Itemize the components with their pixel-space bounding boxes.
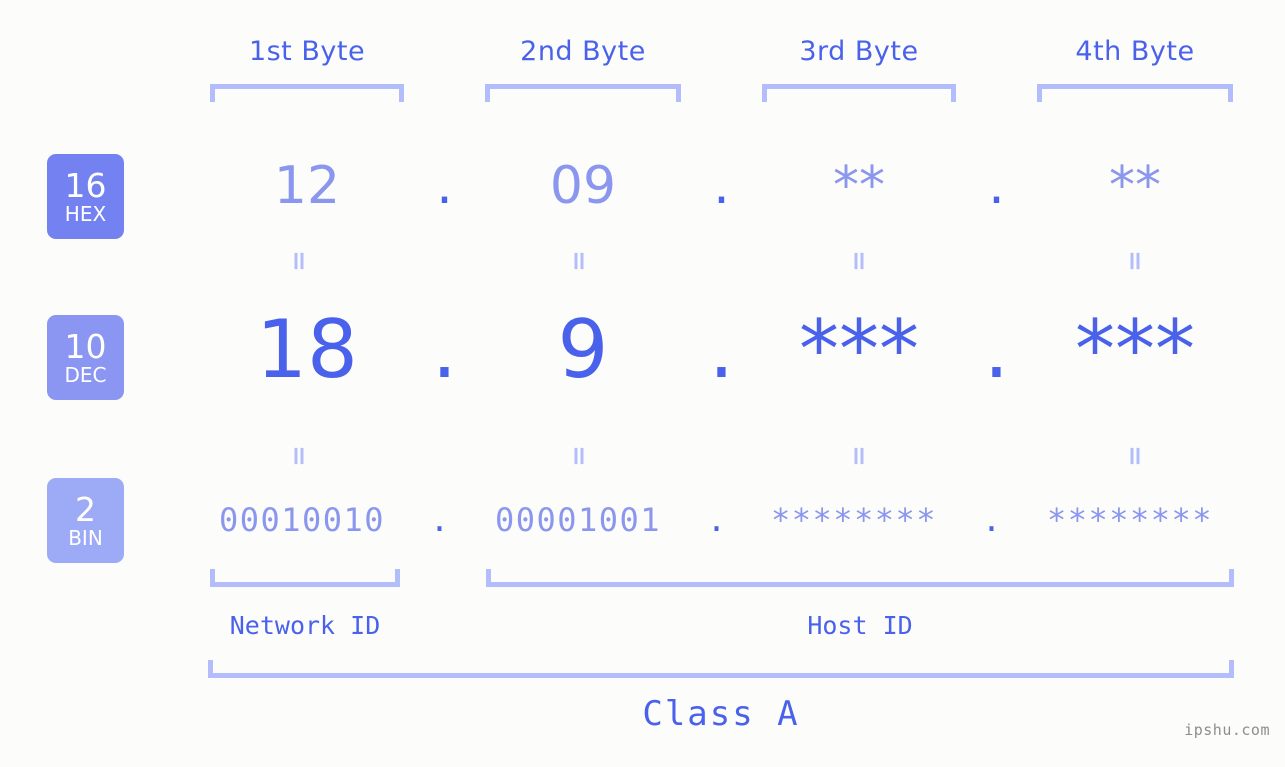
byte-header-label-4: 4th Byte: [1075, 36, 1195, 67]
equals-connector-dec-bin-3: =: [844, 445, 874, 467]
hex-byte-1: 12: [273, 156, 341, 216]
dec-byte-3: ***: [799, 303, 919, 396]
bin-separator-2: .: [706, 501, 727, 539]
ip-address-breakdown-diagram: 1st Byte 2nd Byte 3rd Byte 4th Byte 16 H…: [0, 0, 1285, 767]
site-watermark: ipshu.com: [1184, 721, 1270, 739]
dec-separator-3: .: [983, 303, 1010, 396]
base-badge-bin-abbr: BIN: [68, 525, 103, 550]
equals-connector-hex-dec-1: =: [284, 250, 314, 272]
byte-bracket-4: [1037, 84, 1233, 102]
base-badge-bin-number: 2: [75, 489, 96, 529]
bin-byte-1: 00010010: [218, 501, 386, 539]
byte-bracket-1: [210, 84, 404, 102]
byte-bracket-3: [762, 84, 956, 102]
hex-byte-2: 09: [549, 156, 617, 216]
base-badge-hex-abbr: HEX: [64, 201, 107, 226]
hex-byte-4: **: [1109, 156, 1161, 216]
hex-separator-3: .: [988, 156, 1005, 216]
equals-connector-dec-bin-1: =: [284, 445, 314, 467]
base-badge-dec-abbr: DEC: [64, 362, 107, 387]
equals-connector-dec-bin-4: =: [1120, 445, 1150, 467]
byte-header-label-2: 2nd Byte: [520, 36, 646, 67]
dec-separator-2: .: [708, 303, 735, 396]
byte-header-label-3: 3rd Byte: [799, 36, 919, 67]
base-badge-bin: 2 BIN: [47, 478, 124, 563]
network-id-bracket: [210, 569, 400, 587]
equals-connector-hex-dec-4: =: [1120, 250, 1150, 272]
dec-byte-2: 9: [557, 303, 609, 396]
base-badge-dec-number: 10: [64, 326, 107, 366]
base-badge-dec: 10 DEC: [47, 315, 124, 400]
host-id-bracket: [486, 569, 1234, 587]
host-id-label: Host ID: [807, 611, 913, 640]
bin-separator-1: .: [429, 501, 450, 539]
equals-connector-hex-dec-2: =: [564, 250, 594, 272]
base-badge-hex-number: 16: [64, 165, 107, 205]
bin-byte-3: ********: [770, 501, 938, 539]
byte-bracket-2: [485, 84, 681, 102]
equals-connector-dec-bin-2: =: [564, 445, 594, 467]
base-badge-hex: 16 HEX: [47, 154, 124, 239]
dec-separator-1: .: [431, 303, 458, 396]
bin-separator-3: .: [981, 501, 1002, 539]
dec-byte-1: 18: [256, 303, 358, 396]
bin-byte-4: ********: [1046, 501, 1214, 539]
hex-byte-3: **: [833, 156, 885, 216]
bin-byte-2: 00001001: [494, 501, 662, 539]
byte-header-label-1: 1st Byte: [248, 36, 366, 67]
network-id-label: Network ID: [229, 611, 381, 640]
class-bracket: [208, 660, 1234, 678]
hex-separator-1: .: [436, 156, 453, 216]
dec-byte-4: ***: [1075, 303, 1195, 396]
class-label: Class A: [642, 694, 800, 734]
equals-connector-hex-dec-3: =: [844, 250, 874, 272]
hex-separator-2: .: [713, 156, 730, 216]
